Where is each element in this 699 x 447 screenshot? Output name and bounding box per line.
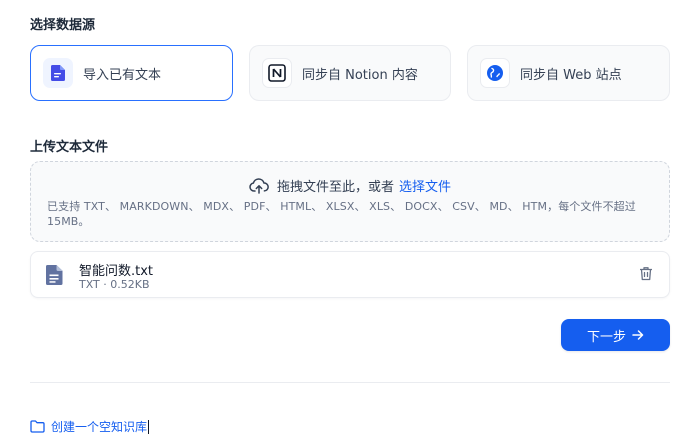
source-option-label: 导入已有文本 xyxy=(83,67,162,83)
uploaded-file-item[interactable]: 智能问数.txt TXT · 0.52KB xyxy=(30,251,670,298)
create-empty-knowledge-link[interactable]: 创建一个空知识库 xyxy=(30,418,150,435)
data-source-title: 选择数据源 xyxy=(30,18,96,33)
upload-section-title: 上传文本文件 xyxy=(30,140,109,155)
file-icon xyxy=(46,265,63,289)
folder-icon xyxy=(30,420,45,433)
file-name: 智能问数.txt xyxy=(79,264,154,279)
drop-text: 拖拽文件至此，或者 xyxy=(276,180,394,195)
document-icon xyxy=(43,58,73,88)
select-file-link[interactable]: 选择文件 xyxy=(399,176,451,195)
section-divider xyxy=(30,382,670,383)
arrow-right-icon xyxy=(632,329,644,341)
file-dropzone[interactable]: 拖拽文件至此，或者 选择文件 已支持 TXT、 MARKDOWN、 MDX、 P… xyxy=(30,161,670,242)
notion-logo-icon xyxy=(262,58,292,88)
knowledge-create-page: 选择数据源 导入已有文本 同步自 Notion 内容 同步自 Web 站点 上传… xyxy=(0,0,699,447)
create-empty-label: 创建一个空知识库 xyxy=(51,420,148,434)
source-option-label: 同步自 Notion 内容 xyxy=(302,67,418,83)
cloud-upload-icon xyxy=(249,177,269,194)
source-option-label: 同步自 Web 站点 xyxy=(520,67,622,83)
source-option-upload[interactable]: 导入已有文本 xyxy=(30,45,233,101)
drop-instruction: 拖拽文件至此，或者 选择文件 xyxy=(31,176,669,195)
next-step-label: 下一步 xyxy=(586,329,626,345)
text-caret xyxy=(148,419,150,434)
source-option-notion[interactable]: 同步自 Notion 内容 xyxy=(249,45,451,101)
source-option-web[interactable]: 同步自 Web 站点 xyxy=(467,45,670,101)
file-meta: TXT · 0.52KB xyxy=(79,278,150,291)
delete-file-icon[interactable] xyxy=(639,266,653,285)
web-globe-icon xyxy=(480,58,510,88)
next-step-button[interactable]: 下一步 xyxy=(561,319,670,351)
supported-formats-hint: 已支持 TXT、 MARKDOWN、 MDX、 PDF、 HTML、 XLSX、… xyxy=(47,200,636,228)
